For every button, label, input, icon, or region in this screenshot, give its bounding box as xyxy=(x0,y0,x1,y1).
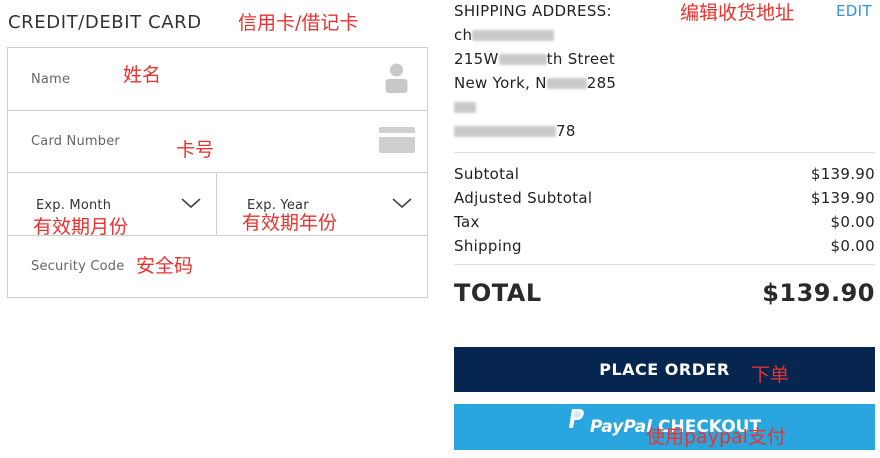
annotation-name: 姓名 xyxy=(123,64,162,86)
annotation-card-number: 卡号 xyxy=(176,139,215,161)
shipping-city-suffix: 285 xyxy=(586,74,617,92)
shipping-city: New York, N 285 xyxy=(454,74,616,92)
annotation-paypal: 使用paypal支付 xyxy=(646,426,786,448)
card-number-label: Card Number xyxy=(31,134,120,149)
shipping-phone-suffix: 78 xyxy=(556,122,576,140)
exp-year-label: Exp. Year xyxy=(247,198,309,213)
place-order-button[interactable]: PLACE ORDER xyxy=(454,347,875,392)
security-code-field[interactable]: Security Code xyxy=(8,236,427,297)
shipping-phone: 78 xyxy=(454,122,576,140)
summary-row-adjusted-subtotal: Adjusted Subtotal $139.90 xyxy=(454,189,875,209)
redacted-text xyxy=(498,54,547,65)
card-number-field[interactable]: Card Number xyxy=(8,111,427,173)
summary-row-subtotal: Subtotal $139.90 xyxy=(454,165,875,185)
shipping-street-prefix: 215W xyxy=(454,50,499,68)
summary-label: Adjusted Subtotal xyxy=(454,189,593,207)
annotation-exp-year: 有效期年份 xyxy=(242,212,338,234)
annotation-edit-address: 编辑收货地址 xyxy=(680,2,795,24)
shipping-name: ch xyxy=(454,26,555,44)
summary-value: $139.90 xyxy=(810,189,875,207)
shipping-street-suffix: th Street xyxy=(546,50,616,68)
summary-label: Tax xyxy=(454,213,480,231)
shipping-name-text: ch xyxy=(454,26,473,44)
annotation-card-heading: 信用卡/借记卡 xyxy=(238,12,359,34)
summary-label: Shipping xyxy=(454,237,522,255)
shipping-address-label: SHIPPING ADDRESS: xyxy=(454,2,612,20)
person-icon xyxy=(384,62,409,98)
name-field[interactable]: Name xyxy=(8,48,427,111)
summary-value: $0.00 xyxy=(830,237,875,255)
paypal-logo-icon xyxy=(568,402,584,448)
shipping-city-prefix: New York, N xyxy=(454,74,547,92)
redacted-text xyxy=(454,102,476,113)
divider xyxy=(454,264,875,265)
summary-label: Subtotal xyxy=(454,165,520,183)
summary-value: $0.00 xyxy=(830,213,875,231)
redacted-text xyxy=(546,78,587,89)
card-section-heading: CREDIT/DEBIT CARD xyxy=(8,12,202,33)
card-form: Name Card Number Exp. Month Exp. Year Se… xyxy=(7,47,428,298)
annotation-exp-month: 有效期月份 xyxy=(33,216,129,238)
divider xyxy=(454,152,875,153)
security-code-label: Security Code xyxy=(31,259,125,274)
redacted-text xyxy=(454,126,556,137)
annotation-place-order: 下单 xyxy=(751,364,790,386)
chevron-down-icon xyxy=(180,195,202,209)
total-label: TOTAL xyxy=(454,279,542,307)
chevron-down-icon xyxy=(391,195,413,209)
edit-address-link[interactable]: EDIT xyxy=(836,2,872,20)
total-row: TOTAL $139.90 xyxy=(454,279,875,311)
summary-row-tax: Tax $0.00 xyxy=(454,213,875,233)
redacted-text xyxy=(472,30,555,41)
name-label: Name xyxy=(31,72,71,87)
shipping-country xyxy=(454,98,476,116)
total-value: $139.90 xyxy=(762,279,875,307)
summary-row-shipping: Shipping $0.00 xyxy=(454,237,875,257)
credit-card-icon xyxy=(379,127,415,157)
exp-month-label: Exp. Month xyxy=(36,198,112,213)
summary-value: $139.90 xyxy=(810,165,875,183)
shipping-street: 215W th Street xyxy=(454,50,615,68)
annotation-security-code: 安全码 xyxy=(136,255,194,277)
paypal-brand-text: PayPal xyxy=(589,417,652,437)
